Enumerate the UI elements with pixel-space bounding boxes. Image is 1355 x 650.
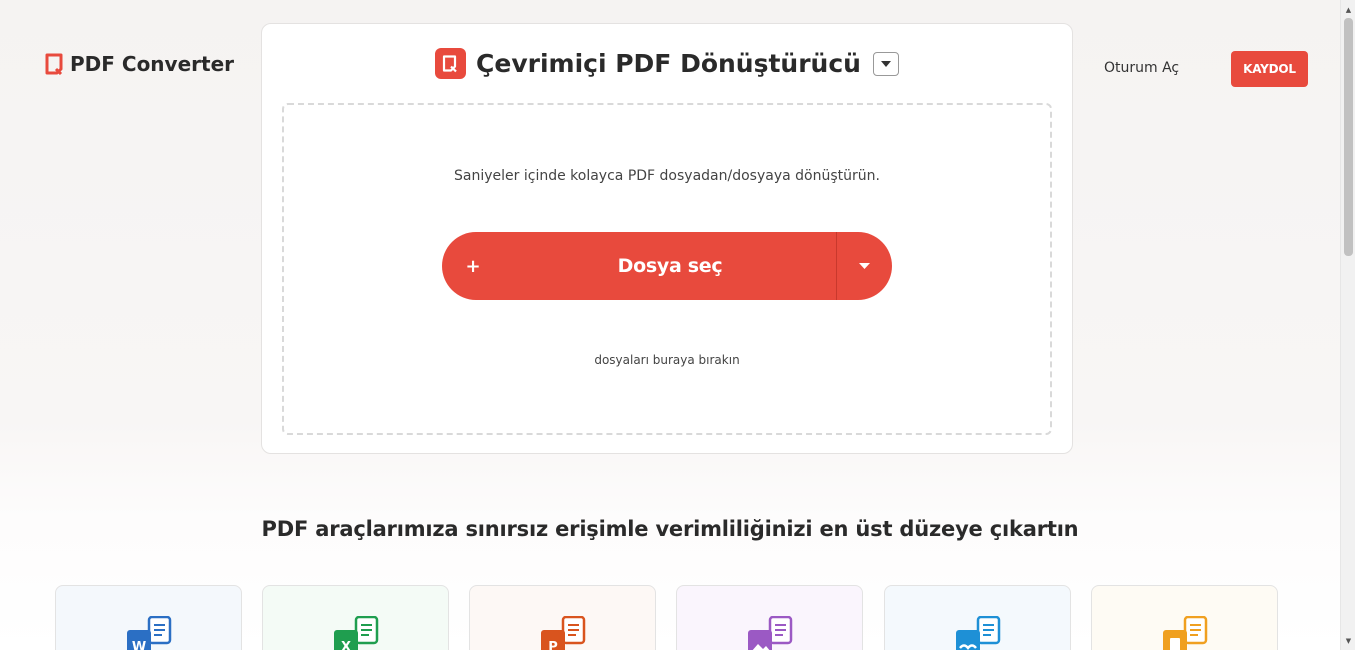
converter-title-row: Çevrimiçi PDF Dönüştürücü [262,48,1072,79]
tool-card-word-pdf[interactable]: W [55,585,242,650]
converter-card: Çevrimiçi PDF Dönüştürücü Saniyeler için… [261,23,1073,454]
tools-heading: PDF araçlarımıza sınırsız erişimle verim… [261,517,1079,541]
page-title: Çevrimiçi PDF Dönüştürücü [476,49,861,78]
logo[interactable]: PDF Converter [44,52,234,76]
tool-card-pages-pdf[interactable] [1091,585,1278,650]
excel-pdf-icon: X [334,616,379,650]
tool-card-letter: P [548,640,558,650]
choose-file-label: Dosya seç [617,255,723,277]
tool-card-openoffice-pdf[interactable] [884,585,1071,650]
word-pdf-icon: W [127,616,172,650]
pdf-converter-logo-icon [45,53,63,75]
login-link[interactable]: Oturum Aç [1104,60,1179,76]
converter-subtitle: Saniyeler içinde kolayca PDF dosyadan/do… [454,168,880,184]
scroll-down-arrow-icon[interactable]: ▼ [1341,633,1355,648]
openoffice-pdf-icon [956,616,1001,650]
caret-down-icon [880,60,891,67]
caret-down-icon [859,263,870,269]
tool-card-image-pdf[interactable] [676,585,863,650]
title-dropdown-button[interactable] [872,51,899,76]
pages-pdf-icon [1163,616,1208,650]
tool-card-excel-pdf[interactable]: X [262,585,449,650]
scroll-up-arrow-icon[interactable]: ▲ [1341,2,1355,17]
tool-card-letter: X [341,640,351,650]
page-scrollbar[interactable]: ▲ ▼ [1340,0,1355,650]
powerpoint-pdf-icon: P [541,616,586,650]
tool-card-powerpoint-pdf[interactable]: P [469,585,656,650]
image-pdf-icon [748,616,793,650]
choose-file-button[interactable]: + Dosya seç [442,232,892,300]
drop-files-hint: dosyaları buraya bırakın [594,353,740,367]
plus-icon: + [465,255,481,277]
pdf-file-icon [435,48,467,79]
upload-source-dropdown[interactable] [837,232,892,300]
tool-card-letter: W [132,640,146,650]
file-drop-zone[interactable]: Saniyeler içinde kolayca PDF dosyadan/do… [282,103,1052,435]
logo-text: PDF Converter [70,52,234,76]
signup-button[interactable]: KAYDOL [1231,51,1308,87]
scroll-thumb[interactable] [1344,18,1353,256]
